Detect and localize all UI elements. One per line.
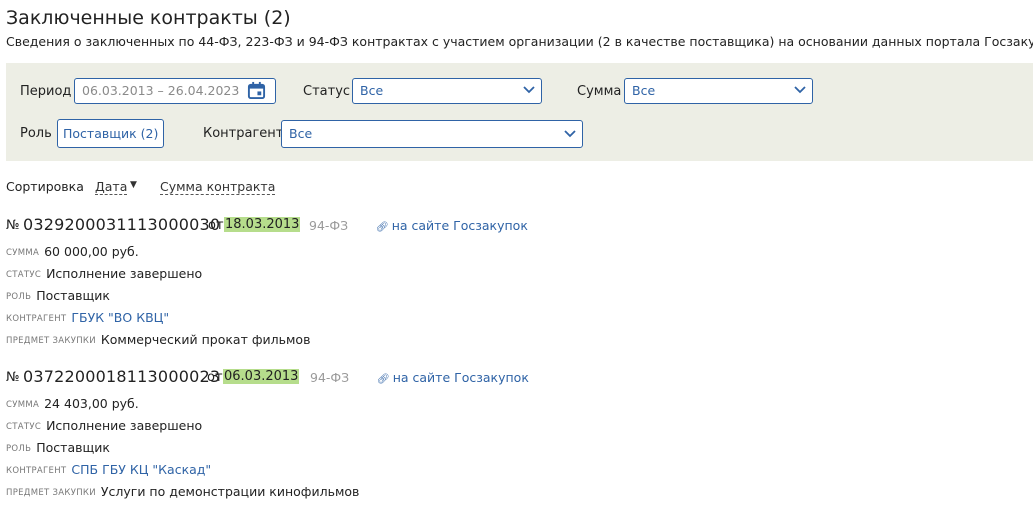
goszakupki-link[interactable]: 🔗︎ на сайте Госзакупок bbox=[377, 370, 529, 385]
sum-key: сумма bbox=[6, 400, 40, 410]
filter-panel: Период 06.03.2013 – 26.04.2023 Статус Вс… bbox=[6, 63, 1033, 161]
contract-role-row: роль Поставщик bbox=[6, 285, 110, 304]
contract-role: Поставщик bbox=[36, 440, 110, 455]
contract-counterparty-row: контрагент СПБ ГБУ КЦ "Каскад" bbox=[6, 459, 211, 478]
contract-subject: Услуги по демонстрации кинофильмов bbox=[100, 484, 360, 499]
sum-select-value: Все bbox=[632, 83, 656, 98]
contract-status: Исполнение завершено bbox=[46, 266, 203, 281]
role-supplier-button[interactable]: Поставщик (2) bbox=[57, 119, 165, 148]
status-select[interactable]: Все bbox=[352, 78, 542, 104]
sort-by-sum-link[interactable]: Сумма контракта bbox=[160, 179, 276, 195]
goszakupki-link-label: на сайте Госзакупок bbox=[392, 370, 529, 385]
subject-key: предмет закупки bbox=[6, 488, 96, 498]
status-key: статус bbox=[6, 422, 42, 432]
page-title: Заключенные контракты (2) bbox=[6, 7, 291, 29]
contract-sum-row: сумма 60 000,00 руб. bbox=[6, 241, 139, 260]
link-icon: 🔗︎ bbox=[376, 222, 389, 233]
link-icon: 🔗︎ bbox=[377, 374, 390, 385]
contract-sum: 60 000,00 руб. bbox=[44, 244, 139, 259]
role-label: Роль bbox=[20, 126, 52, 141]
contract-number[interactable]: 0329200031113000030 bbox=[23, 215, 220, 234]
counterparty-select[interactable]: Все bbox=[281, 120, 583, 148]
contract-law: 94-ФЗ bbox=[309, 218, 349, 233]
contract-date: 18.03.2013 bbox=[224, 217, 301, 232]
number-sign: № bbox=[6, 218, 20, 233]
period-label: Период bbox=[20, 84, 72, 99]
contract-header: № 0372200018113000023 от 06.03.2013 94-Ф… bbox=[6, 367, 706, 389]
contract-header: № 0329200031113000030 от 18.03.2013 94-Ф… bbox=[6, 215, 706, 237]
subject-key: предмет закупки bbox=[6, 336, 96, 346]
chevron-down-icon bbox=[523, 86, 535, 94]
contract-counterparty-row: контрагент ГБУК "ВО КВЦ" bbox=[6, 307, 169, 326]
date-prefix: от bbox=[208, 218, 224, 233]
sum-key: сумма bbox=[6, 248, 40, 258]
status-key: статус bbox=[6, 270, 42, 280]
contract-item: № 0372200018113000023 от 06.03.2013 94-Ф… bbox=[6, 367, 706, 499]
counterparty-select-value: Все bbox=[289, 126, 313, 141]
counterparty-key: контрагент bbox=[6, 466, 67, 476]
chevron-down-icon bbox=[564, 130, 576, 138]
calendar-icon[interactable] bbox=[247, 81, 266, 100]
counterparty-label: Контрагент bbox=[203, 126, 284, 141]
period-date-range-input[interactable]: 06.03.2013 – 26.04.2023 bbox=[74, 78, 276, 104]
subtitle-text: Сведения о заключенных по 44-ФЗ, 223-ФЗ … bbox=[6, 34, 1033, 49]
goszakupki-link[interactable]: 🔗︎ на сайте Госзакупок bbox=[376, 218, 528, 233]
period-value: 06.03.2013 – 26.04.2023 bbox=[82, 83, 240, 98]
counterparty-key: контрагент bbox=[6, 314, 67, 324]
contract-date: 06.03.2013 bbox=[223, 369, 300, 384]
page-subtitle: Сведения о заключенных по 44-ФЗ, 223-ФЗ … bbox=[6, 34, 1033, 49]
sort-label: Сортировка bbox=[6, 179, 84, 194]
contract-status: Исполнение завершено bbox=[46, 418, 203, 433]
contract-item: № 0329200031113000030 от 18.03.2013 94-Ф… bbox=[6, 215, 706, 347]
date-prefix: от bbox=[207, 370, 223, 385]
chevron-down-icon bbox=[794, 86, 806, 94]
goszakupki-link-label: на сайте Госзакупок bbox=[391, 218, 528, 233]
contract-status-row: статус Исполнение завершено bbox=[6, 415, 202, 434]
status-label: Статус bbox=[303, 84, 351, 99]
contract-law: 94-ФЗ bbox=[310, 370, 350, 385]
contract-number[interactable]: 0372200018113000023 bbox=[23, 367, 220, 386]
contract-counterparty-link[interactable]: СПБ ГБУ КЦ "Каскад" bbox=[71, 462, 211, 477]
contract-counterparty-link[interactable]: ГБУК "ВО КВЦ" bbox=[71, 310, 169, 325]
sort-by-date-link[interactable]: Дата bbox=[95, 179, 128, 195]
sort-desc-arrow-icon: ▼ bbox=[130, 180, 137, 190]
number-sign: № bbox=[6, 370, 20, 385]
role-key: роль bbox=[6, 444, 32, 454]
sum-label: Сумма bbox=[577, 84, 622, 99]
contract-subject-row: предмет закупки Коммерческий прокат фильм… bbox=[6, 329, 310, 348]
status-select-value: Все bbox=[360, 83, 384, 98]
contract-role: Поставщик bbox=[36, 288, 110, 303]
contract-role-row: роль Поставщик bbox=[6, 437, 110, 456]
contract-sum: 24 403,00 руб. bbox=[44, 396, 139, 411]
sum-select[interactable]: Все bbox=[624, 78, 813, 104]
contract-sum-row: сумма 24 403,00 руб. bbox=[6, 393, 139, 412]
contract-status-row: статус Исполнение завершено bbox=[6, 263, 202, 282]
role-key: роль bbox=[6, 292, 32, 302]
contract-subject: Коммерческий прокат фильмов bbox=[100, 332, 311, 347]
contract-subject-row: предмет закупки Услуги по демонстрации ки… bbox=[6, 481, 359, 500]
